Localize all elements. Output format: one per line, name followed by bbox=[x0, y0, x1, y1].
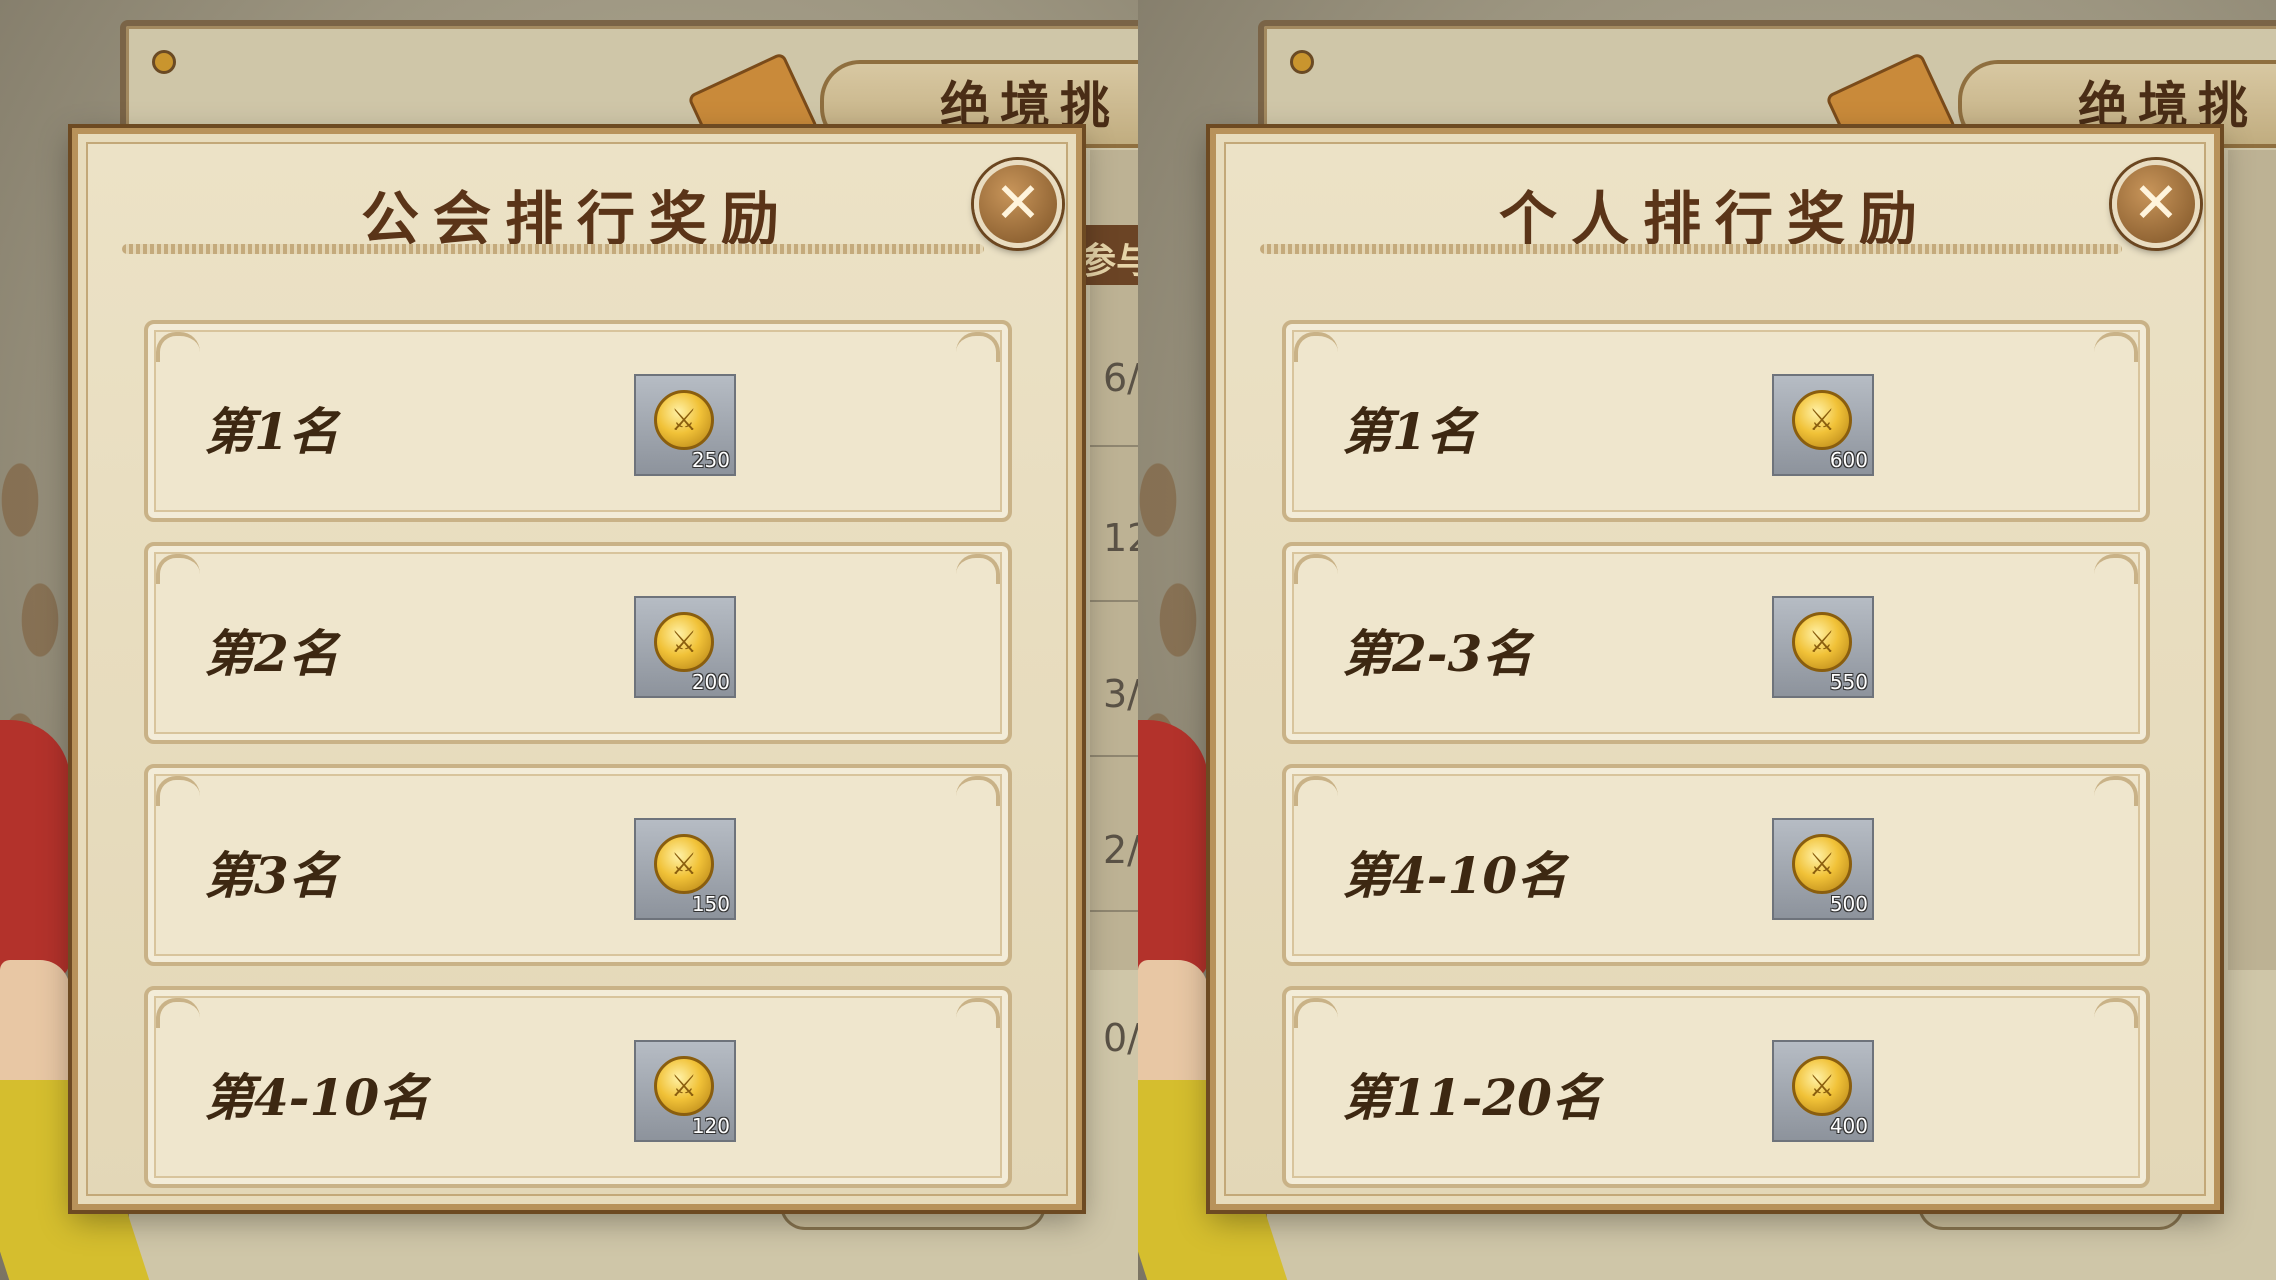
reward-amount: 200 bbox=[691, 670, 730, 694]
reward-amount: 500 bbox=[1829, 892, 1868, 916]
reward-item[interactable]: ⚔ 600 bbox=[1772, 374, 1874, 476]
left-screenshot: 绝境挑 参与 6/ 12/ 3/ 2/ 0/ 公会排行奖励 ✕ 第1名 ⚔ 25… bbox=[0, 0, 1138, 1280]
reward-amount: 550 bbox=[1829, 670, 1868, 694]
gold-coin-icon: ⚔ bbox=[654, 390, 714, 450]
gold-coin-icon: ⚔ bbox=[654, 612, 714, 672]
divider bbox=[1090, 755, 1138, 757]
reward-row: 第4-10名 ⚔ 500 bbox=[1282, 764, 2150, 966]
title-divider bbox=[122, 244, 984, 254]
gold-coin-icon: ⚔ bbox=[654, 834, 714, 894]
close-button[interactable]: ✕ bbox=[974, 160, 1062, 248]
character-cloak bbox=[1138, 720, 1208, 980]
board-rivet-icon bbox=[1290, 50, 1314, 74]
personal-ranking-rewards-dialog: 个人排行奖励 ✕ 第1名 ⚔ 600 第2-3名 ⚔ 550 第4-10名 ⚔ … bbox=[1210, 128, 2220, 1210]
side-count: 12/ bbox=[1103, 516, 1138, 560]
reward-amount: 250 bbox=[691, 448, 730, 472]
side-count: 2/ bbox=[1103, 828, 1138, 872]
rank-label: 第4-10名 bbox=[204, 1068, 430, 1127]
background-side-column bbox=[2228, 150, 2276, 970]
gold-coin-icon: ⚔ bbox=[1792, 1056, 1852, 1116]
reward-row: 第4-10名 ⚔ 120 bbox=[144, 986, 1012, 1188]
rank-label: 第3名 bbox=[204, 846, 339, 905]
divider bbox=[1090, 600, 1138, 602]
reward-item[interactable]: ⚔ 200 bbox=[634, 596, 736, 698]
close-icon: ✕ bbox=[994, 171, 1042, 236]
side-tab-label: 参与 bbox=[1080, 241, 1138, 282]
reward-item[interactable]: ⚔ 500 bbox=[1772, 818, 1874, 920]
close-button[interactable]: ✕ bbox=[2112, 160, 2200, 248]
rank-label: 第11-20名 bbox=[1342, 1068, 1602, 1127]
reward-row: 第1名 ⚔ 250 bbox=[144, 320, 1012, 522]
close-icon: ✕ bbox=[2132, 171, 2180, 236]
rank-label: 第1名 bbox=[204, 402, 339, 461]
reward-item[interactable]: ⚔ 150 bbox=[634, 818, 736, 920]
reward-amount: 600 bbox=[1829, 448, 1868, 472]
rank-label: 第2名 bbox=[204, 624, 339, 683]
gold-coin-icon: ⚔ bbox=[1792, 834, 1852, 894]
side-count: 6/ bbox=[1103, 356, 1138, 400]
character-cloak bbox=[0, 720, 70, 980]
guild-ranking-rewards-dialog: 公会排行奖励 ✕ 第1名 ⚔ 250 第2名 ⚔ 200 第3名 ⚔ 150 第… bbox=[72, 128, 1082, 1210]
right-screenshot: 绝境挑 个人排行奖励 ✕ 第1名 ⚔ 600 第2-3名 ⚔ 550 第4-10… bbox=[1138, 0, 2276, 1280]
gold-coin-icon: ⚔ bbox=[1792, 390, 1852, 450]
side-count: 0/ bbox=[1103, 1016, 1138, 1060]
reward-row: 第2名 ⚔ 200 bbox=[144, 542, 1012, 744]
divider bbox=[1090, 445, 1138, 447]
reward-amount: 400 bbox=[1829, 1114, 1868, 1138]
reward-item[interactable]: ⚔ 550 bbox=[1772, 596, 1874, 698]
rank-label: 第4-10名 bbox=[1342, 846, 1568, 905]
reward-item[interactable]: ⚔ 250 bbox=[634, 374, 736, 476]
reward-row: 第11-20名 ⚔ 400 bbox=[1282, 986, 2150, 1188]
reward-item[interactable]: ⚔ 120 bbox=[634, 1040, 736, 1142]
gold-coin-icon: ⚔ bbox=[1792, 612, 1852, 672]
reward-amount: 150 bbox=[691, 892, 730, 916]
divider bbox=[1090, 910, 1138, 912]
rank-label: 第1名 bbox=[1342, 402, 1477, 461]
title-divider bbox=[1260, 244, 2122, 254]
board-rivet-icon bbox=[152, 50, 176, 74]
reward-row: 第3名 ⚔ 150 bbox=[144, 764, 1012, 966]
reward-amount: 120 bbox=[691, 1114, 730, 1138]
reward-row: 第1名 ⚔ 600 bbox=[1282, 320, 2150, 522]
reward-row: 第2-3名 ⚔ 550 bbox=[1282, 542, 2150, 744]
rank-label: 第2-3名 bbox=[1342, 624, 1533, 683]
side-count: 3/ bbox=[1103, 672, 1138, 716]
reward-item[interactable]: ⚔ 400 bbox=[1772, 1040, 1874, 1142]
gold-coin-icon: ⚔ bbox=[654, 1056, 714, 1116]
